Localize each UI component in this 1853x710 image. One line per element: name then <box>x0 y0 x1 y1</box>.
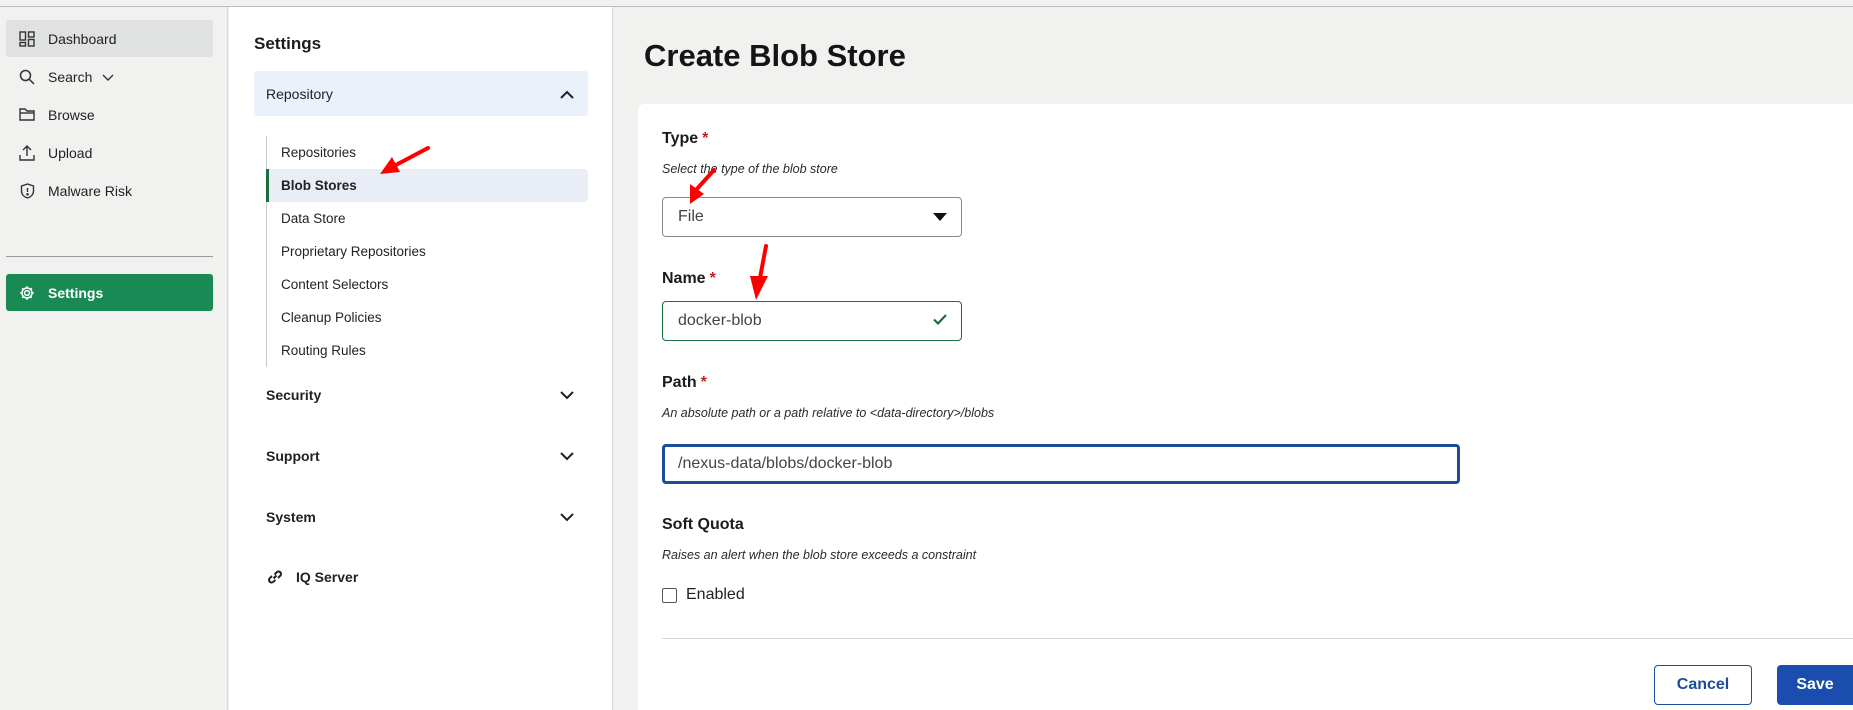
type-label: Type * <box>662 130 709 147</box>
required-mark: * <box>700 374 707 391</box>
soft-quota-label: Soft Quota <box>662 516 744 533</box>
sub-item-blob-stores[interactable]: Blob Stores <box>266 169 588 202</box>
repository-sub-list: Repositories Blob Stores Data Store Prop… <box>266 136 588 367</box>
nav-label-upload: Upload <box>48 144 93 161</box>
nav-divider <box>6 256 213 257</box>
settings-title: Settings <box>254 34 322 53</box>
nav-item-upload[interactable]: Upload <box>6 134 213 171</box>
group-security[interactable]: Security <box>254 372 588 417</box>
group-support[interactable]: Support <box>254 433 588 478</box>
required-mark: * <box>709 270 716 287</box>
dashboard-icon <box>18 30 36 48</box>
name-input[interactable]: docker-blob <box>662 301 962 341</box>
nav-item-settings[interactable]: Settings <box>6 274 213 311</box>
name-input-value: docker-blob <box>678 312 762 329</box>
group-security-label: Security <box>266 386 322 403</box>
gear-icon <box>18 284 36 302</box>
search-icon <box>18 68 36 86</box>
nav-label-settings: Settings <box>48 284 104 301</box>
nav-item-browse[interactable]: Browse <box>6 96 213 133</box>
soft-quota-help: Raises an alert when the blob store exce… <box>662 548 977 562</box>
sub-item-content-selectors[interactable]: Content Selectors <box>267 268 588 301</box>
required-mark: * <box>702 130 709 147</box>
group-support-label: Support <box>266 447 320 464</box>
nav-item-malware-risk[interactable]: Malware Risk <box>6 172 213 209</box>
path-input[interactable] <box>662 444 1460 484</box>
enabled-checkbox[interactable] <box>662 587 677 603</box>
settings-panel: Settings Repository Repositories Blob St… <box>229 7 613 710</box>
nav-label-dashboard: Dashboard <box>48 30 117 47</box>
link-icon <box>266 568 284 586</box>
page-title: Create Blob Store <box>644 38 906 73</box>
blob-store-form: Type * Select the type of the blob store … <box>638 104 1853 710</box>
chevron-down-icon <box>560 387 574 403</box>
type-help: Select the type of the blob store <box>662 162 838 176</box>
chevron-down-icon <box>560 448 574 464</box>
group-repository[interactable]: Repository <box>254 71 588 116</box>
caret-down-icon <box>933 208 947 226</box>
iq-server-label: IQ Server <box>296 569 359 585</box>
chevron-down-icon <box>560 509 574 525</box>
shield-icon <box>18 182 36 200</box>
group-repository-label: Repository <box>266 85 333 102</box>
iq-server-link[interactable]: IQ Server <box>266 568 358 586</box>
soft-quota-enabled[interactable]: Enabled <box>662 586 745 604</box>
nav-label-browse: Browse <box>48 106 95 123</box>
type-select[interactable]: File <box>662 197 962 237</box>
nav-item-search[interactable]: Search <box>6 58 213 95</box>
sub-item-repositories[interactable]: Repositories <box>267 136 588 169</box>
sub-item-routing-rules[interactable]: Routing Rules <box>267 334 588 367</box>
name-label: Name * <box>662 270 716 287</box>
form-divider <box>662 638 1853 639</box>
cancel-button[interactable]: Cancel <box>1654 665 1752 705</box>
sub-item-data-store[interactable]: Data Store <box>267 202 588 235</box>
chevron-up-icon <box>560 86 574 102</box>
path-help: An absolute path or a path relative to <… <box>662 406 995 420</box>
nav-label-malware-risk: Malware Risk <box>48 182 133 199</box>
type-select-value: File <box>678 208 704 225</box>
left-nav: Dashboard Search Browse Upload Malware R… <box>0 7 228 710</box>
sub-item-cleanup-policies[interactable]: Cleanup Policies <box>267 301 588 334</box>
sub-item-proprietary-repositories[interactable]: Proprietary Repositories <box>267 235 588 268</box>
folder-icon <box>18 106 36 124</box>
check-icon <box>933 312 947 330</box>
nav-label-search: Search <box>48 68 93 85</box>
path-label: Path * <box>662 374 707 391</box>
upload-icon <box>18 144 36 162</box>
enabled-checkbox-label: Enabled <box>686 586 745 603</box>
group-system-label: System <box>266 508 316 525</box>
nav-item-dashboard[interactable]: Dashboard <box>6 20 213 57</box>
chevron-down-icon[interactable] <box>102 69 114 85</box>
save-button[interactable]: Save <box>1777 665 1853 705</box>
group-system[interactable]: System <box>254 494 588 539</box>
